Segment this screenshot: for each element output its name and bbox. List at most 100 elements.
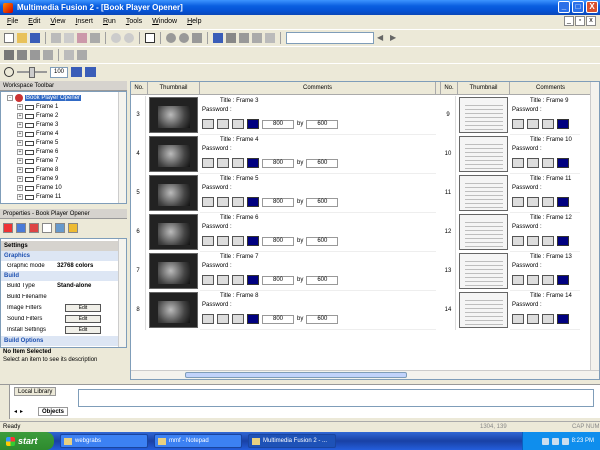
runtime-tab-icon[interactable] — [29, 223, 39, 233]
title-value[interactable]: Frame 13 — [546, 254, 572, 260]
expand-icon[interactable]: + — [17, 158, 23, 164]
transition-out-icon[interactable] — [217, 275, 229, 285]
transition-out-icon[interactable] — [527, 314, 539, 324]
expand-icon[interactable]: + — [17, 149, 23, 155]
transition-in-icon[interactable] — [512, 197, 524, 207]
frame-title[interactable]: Title : Frame 12 — [530, 215, 572, 221]
transition-in-icon[interactable] — [512, 236, 524, 246]
frame-height-field[interactable]: 600 — [306, 275, 339, 285]
library-tab-scroll[interactable]: ◂▸ — [14, 408, 26, 415]
frame-width-field[interactable]: 800 — [262, 314, 294, 324]
library-icon[interactable] — [77, 50, 87, 60]
frame-width-field[interactable]: 800 — [262, 197, 294, 207]
header-thumbnail[interactable]: Thumbnail — [148, 82, 200, 95]
expand-icon[interactable]: + — [17, 194, 23, 200]
background-color-swatch[interactable] — [557, 275, 569, 285]
title-value[interactable]: Frame 4 — [236, 137, 258, 143]
property-sound-filters[interactable]: Sound Filters Edit — [1, 314, 119, 324]
background-color-swatch[interactable] — [247, 275, 259, 285]
background-color-swatch[interactable] — [557, 236, 569, 246]
password-label[interactable]: Password : — [202, 185, 232, 191]
title-value[interactable]: Frame 10 — [546, 137, 572, 143]
menu-tools[interactable]: Tools — [121, 18, 147, 25]
title-value[interactable]: Frame 6 — [236, 215, 258, 221]
frame-comment[interactable]: Title : Frame 3 Password : 800 by 600 — [200, 96, 436, 135]
tray-icon[interactable] — [541, 437, 549, 445]
title-value[interactable]: Frame 12 — [546, 215, 572, 221]
frame-thumbnail[interactable] — [459, 253, 508, 289]
frame-title[interactable]: Title : Frame 6 — [220, 215, 258, 221]
storyboard-editor-icon[interactable] — [213, 33, 223, 43]
tree-item-frame[interactable]: + Frame 6 — [17, 149, 58, 155]
frame-settings-icon[interactable] — [232, 275, 244, 285]
frame-thumbnail[interactable] — [459, 214, 508, 250]
tree-item-frame[interactable]: + Frame 2 — [17, 113, 58, 119]
tree-item-frame[interactable]: + Frame 5 — [17, 140, 58, 146]
frame-settings-icon[interactable] — [542, 275, 554, 285]
cut-icon[interactable] — [51, 33, 61, 43]
tree-item-frame[interactable]: + Frame 4 — [17, 131, 58, 137]
frame-title[interactable]: Title : Frame 11 — [530, 176, 571, 182]
frame-height-field[interactable]: 600 — [306, 119, 339, 129]
frame-comment[interactable]: Title : Frame 6 Password : 800 by 600 — [200, 213, 436, 252]
expand-icon[interactable]: + — [17, 131, 23, 137]
transition-in-icon[interactable] — [202, 314, 214, 324]
background-color-swatch[interactable] — [557, 158, 569, 168]
password-label[interactable]: Password : — [202, 263, 232, 269]
library-contents[interactable] — [78, 389, 594, 407]
expand-icon[interactable]: + — [17, 140, 23, 146]
frame-width-field[interactable]: 800 — [262, 236, 294, 246]
background-color-swatch[interactable] — [247, 236, 259, 246]
event-list-icon[interactable] — [252, 33, 262, 43]
title-value[interactable]: Frame 3 — [236, 98, 258, 104]
maximize-button[interactable]: □ — [572, 1, 584, 13]
section-build-options[interactable]: Build Options — [1, 336, 119, 346]
install-settings-edit-button[interactable]: Edit — [65, 326, 101, 334]
frame-title[interactable]: Title : Frame 3 — [220, 98, 258, 104]
list-view-icon[interactable] — [71, 67, 82, 77]
menu-file[interactable]: File — [2, 18, 23, 25]
frame-settings-icon[interactable] — [542, 314, 554, 324]
header-no-right[interactable]: No. — [441, 82, 458, 95]
grid-view-icon[interactable] — [85, 67, 96, 77]
frame-settings-icon[interactable] — [232, 236, 244, 246]
copy-icon[interactable] — [64, 33, 74, 43]
help-icon[interactable] — [145, 33, 155, 43]
password-label[interactable]: Password : — [512, 302, 542, 308]
workspace-tree[interactable]: - Book Player Opener + Frame 1 + Frame 2 +… — [0, 91, 127, 204]
display-tab-icon[interactable] — [16, 223, 26, 233]
transition-in-icon[interactable] — [512, 314, 524, 324]
transition-in-icon[interactable] — [202, 158, 214, 168]
close-button[interactable]: X — [586, 1, 598, 13]
delete-icon[interactable] — [90, 33, 100, 43]
zoom-value-field[interactable]: 100 — [50, 66, 68, 78]
frame-thumbnail[interactable] — [459, 292, 508, 328]
transition-out-icon[interactable] — [217, 197, 229, 207]
expand-icon[interactable]: + — [17, 104, 23, 110]
frame-title[interactable]: Title : Frame 4 — [220, 137, 258, 143]
menu-view[interactable]: View — [45, 18, 70, 25]
frame-height-field[interactable]: 600 — [306, 158, 339, 168]
frame-settings-icon[interactable] — [232, 158, 244, 168]
frame-height-field[interactable]: 600 — [306, 314, 339, 324]
data-elements-icon[interactable] — [265, 33, 275, 43]
section-graphics[interactable]: Graphics — [1, 251, 119, 261]
frame-settings-icon[interactable] — [232, 197, 244, 207]
tree-item-frame[interactable]: + Frame 8 — [17, 167, 58, 173]
frame-settings-icon[interactable] — [542, 236, 554, 246]
menu-edit[interactable]: Edit — [23, 18, 45, 25]
tree-item-frame[interactable]: + Frame 3 — [17, 122, 58, 128]
frame-editor-icon[interactable] — [226, 33, 236, 43]
property-build-type[interactable]: Build Type Stand-alone — [1, 281, 119, 291]
scrollbar-thumb[interactable] — [185, 372, 407, 378]
zoom-slider[interactable] — [17, 67, 47, 78]
expand-icon[interactable]: + — [17, 185, 23, 191]
mdi-minimize-button[interactable]: _ — [564, 16, 574, 26]
run-application-icon[interactable] — [166, 33, 176, 43]
frame-height-field[interactable]: 600 — [306, 236, 339, 246]
frame-thumbnail[interactable] — [459, 175, 508, 211]
frame-settings-icon[interactable] — [542, 158, 554, 168]
transition-in-icon[interactable] — [202, 236, 214, 246]
frame-title[interactable]: Title : Frame 10 — [530, 137, 572, 143]
header-comments[interactable]: Comments — [200, 82, 436, 95]
